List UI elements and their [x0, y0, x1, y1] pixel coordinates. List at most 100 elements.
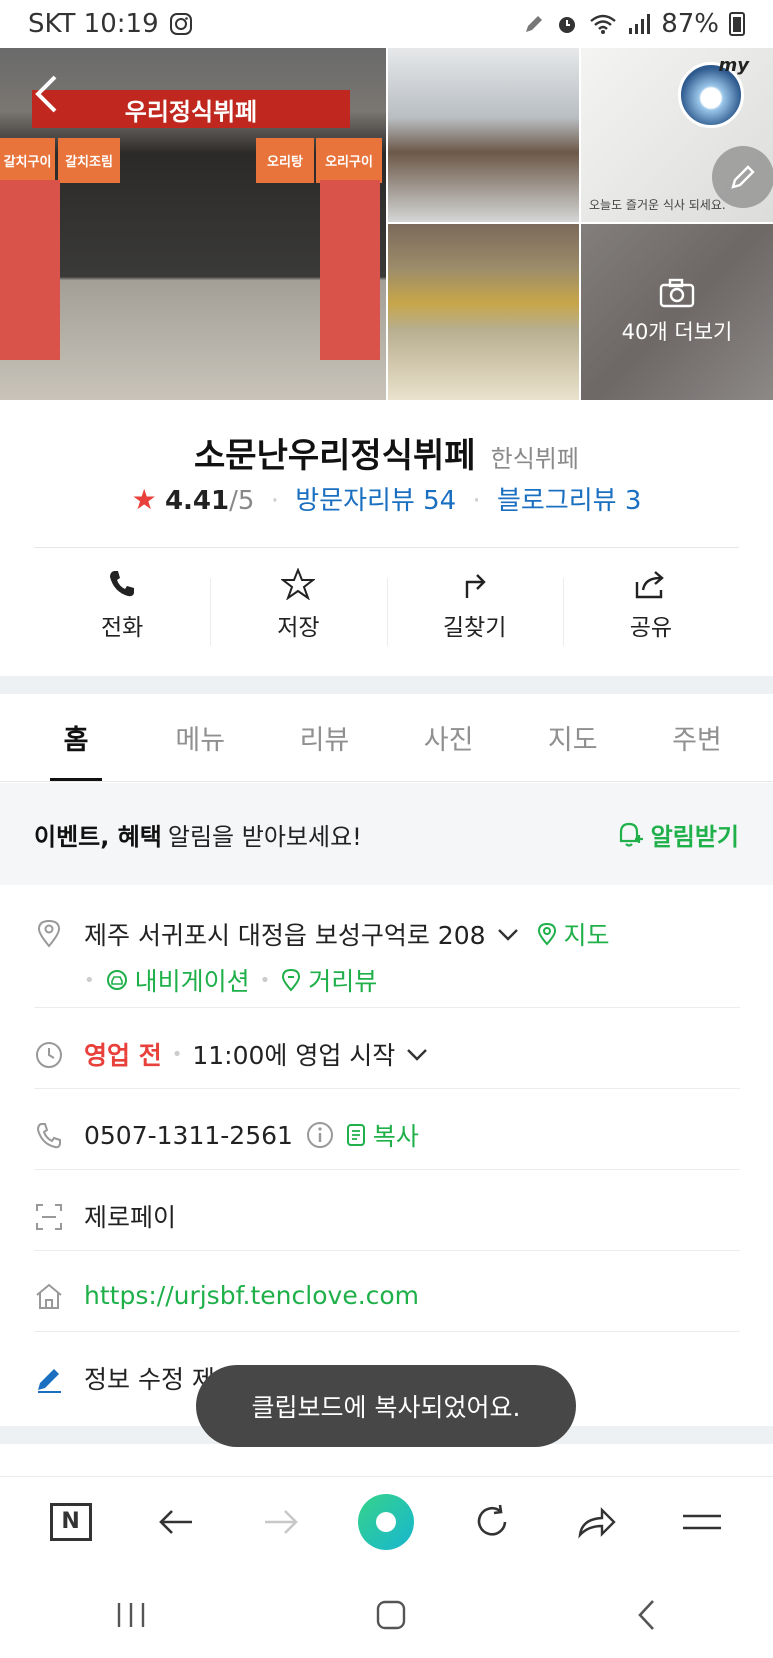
blog-review-link[interactable]: 블로그리뷰 3 [497, 486, 641, 516]
website-row: https://urjsbf.tenclove.com [34, 1279, 740, 1311]
poster [320, 180, 380, 360]
green-dot-button[interactable] [354, 1490, 418, 1554]
website-link[interactable]: https://urjsbf.tenclove.com [84, 1281, 419, 1310]
tab-nearby[interactable]: 주변 [635, 694, 759, 781]
sign-panel: 갈치조림 [58, 138, 120, 183]
carrier-time: SKT 10:19 [28, 9, 159, 39]
refresh-icon [477, 1504, 507, 1536]
home-square-icon[interactable] [375, 1599, 407, 1631]
buffet-food-photo[interactable] [388, 224, 581, 400]
share-label: 공유 [629, 615, 673, 641]
back-nav-button[interactable] [144, 1490, 208, 1554]
system-navigation [0, 1572, 773, 1658]
clipboard-toast: 클립보드에 복사되었어요. [196, 1365, 576, 1447]
navigation-link[interactable]: 내비게이션 [105, 962, 250, 998]
pencil-icon [38, 1369, 61, 1393]
edit-photo-button[interactable] [712, 146, 773, 208]
divider [34, 547, 739, 548]
visitor-review-link[interactable]: 방문자리뷰 54 [295, 486, 456, 516]
naver-home-button[interactable]: N [39, 1490, 103, 1554]
chevron-down-icon[interactable] [494, 923, 522, 945]
star-icon: ★ [131, 483, 157, 516]
browser-toolbar: N [0, 1476, 773, 1566]
more-photos-label: 40개 더보기 [621, 320, 733, 344]
alert-subscribe-button[interactable]: 알림받기 [615, 817, 739, 852]
tab-photo[interactable]: 사진 [387, 694, 511, 781]
business-status: 영업 전 [84, 1041, 162, 1070]
tab-home[interactable]: 홈 [14, 694, 138, 781]
map-pin-icon [537, 922, 556, 946]
directions-button[interactable]: 길찾기 [386, 568, 563, 656]
tab-menu[interactable]: 메뉴 [138, 694, 262, 781]
rating-row: ★ 4.41/5 · 방문자리뷰 54 · 블로그리뷰 3 [0, 480, 773, 517]
hamburger-icon [683, 1514, 722, 1529]
tab-map[interactable]: 지도 [511, 694, 635, 781]
chevron-down-icon[interactable] [403, 1043, 431, 1065]
menu-button[interactable] [670, 1490, 734, 1554]
my-profile-avatar[interactable]: my [678, 55, 749, 128]
share-button[interactable]: 공유 [562, 568, 739, 656]
share-icon [635, 571, 664, 599]
forward-nav-button[interactable] [249, 1490, 313, 1554]
pen-icon [526, 16, 543, 32]
street-view-link[interactable]: 거리뷰 [280, 962, 377, 998]
n-logo-icon: N [49, 1502, 92, 1541]
call-button[interactable]: 전화 [34, 568, 210, 656]
sign-panel: 오리구이 [316, 138, 382, 183]
rating-max: /5 [229, 486, 255, 516]
wifi-icon [590, 14, 616, 34]
hours-row[interactable]: 영업 전 • 11:00에 영업 시작 [34, 1036, 740, 1072]
dining-hall-photo[interactable] [388, 48, 581, 224]
share-page-button[interactable] [565, 1490, 629, 1554]
location-pin-icon [37, 919, 61, 948]
tab-bar: 홈 메뉴 리뷰 사진 지도 주변 [0, 694, 773, 782]
reload-button[interactable] [460, 1490, 524, 1554]
home-icon [36, 1283, 62, 1309]
divider [34, 1250, 740, 1251]
phone-icon [110, 571, 135, 597]
scan-pay-icon [36, 1204, 62, 1230]
street-view-label: 거리뷰 [308, 967, 378, 996]
phone-icon [36, 1123, 61, 1149]
clock-icon [36, 1042, 62, 1068]
pencil-icon [731, 165, 755, 189]
section-gap [0, 676, 773, 694]
signal-icon [629, 14, 651, 34]
back-button[interactable] [26, 72, 66, 116]
status-bar: SKT 10:19 87% [0, 0, 773, 48]
payment-text: 제로페이 [84, 1203, 177, 1232]
street-view-icon [282, 968, 301, 992]
place-name: 소문난우리정식뷔페 [194, 436, 476, 476]
car-icon [106, 970, 127, 990]
event-banner: 이벤트, 혜택 알림을 받아보세요! 알림받기 [0, 783, 773, 885]
event-title: 이벤트, 혜택 [34, 822, 162, 851]
action-bar: 전화 저장 길찾기 공유 [34, 568, 739, 656]
alarm-icon [559, 17, 576, 33]
info-icon[interactable] [305, 1120, 335, 1150]
separator-dot: • [171, 1043, 183, 1065]
separator-dot: • [84, 969, 95, 991]
wall-text: 오늘도 즐거운 식사 되세요. [589, 198, 726, 212]
place-category: 한식뷔페 [490, 445, 579, 473]
system-back-icon[interactable] [635, 1598, 659, 1632]
recent-apps-icon[interactable] [114, 1600, 148, 1630]
phone-number[interactable]: 0507-1311-2561 [84, 1121, 293, 1150]
camera-icon [659, 278, 695, 308]
battery-percent: 87% [661, 9, 719, 39]
separator-dot: · [270, 486, 279, 516]
address-text: 제주 서귀포시 대정읍 보성구억로 208 [84, 921, 486, 950]
map-link[interactable]: 지도 [536, 916, 610, 952]
separator-dot: · [472, 486, 481, 516]
separator-dot: • [259, 969, 271, 991]
save-label: 저장 [277, 615, 320, 641]
photo-grid: 우리정식뷔페 갈치구이 갈치조림 오리탕 오리구이 오늘도 즐거운 식사 되세요… [0, 48, 773, 400]
my-label: my [718, 55, 750, 76]
share-arrow-icon [578, 1506, 616, 1539]
alert-label: 알림받기 [650, 822, 739, 851]
poster [0, 180, 60, 360]
copy-button[interactable]: 복사 [345, 1117, 419, 1153]
save-button[interactable]: 저장 [210, 568, 386, 656]
copy-label: 복사 [372, 1122, 419, 1151]
more-photos[interactable]: 40개 더보기 [581, 224, 773, 400]
tab-review[interactable]: 리뷰 [262, 694, 386, 781]
